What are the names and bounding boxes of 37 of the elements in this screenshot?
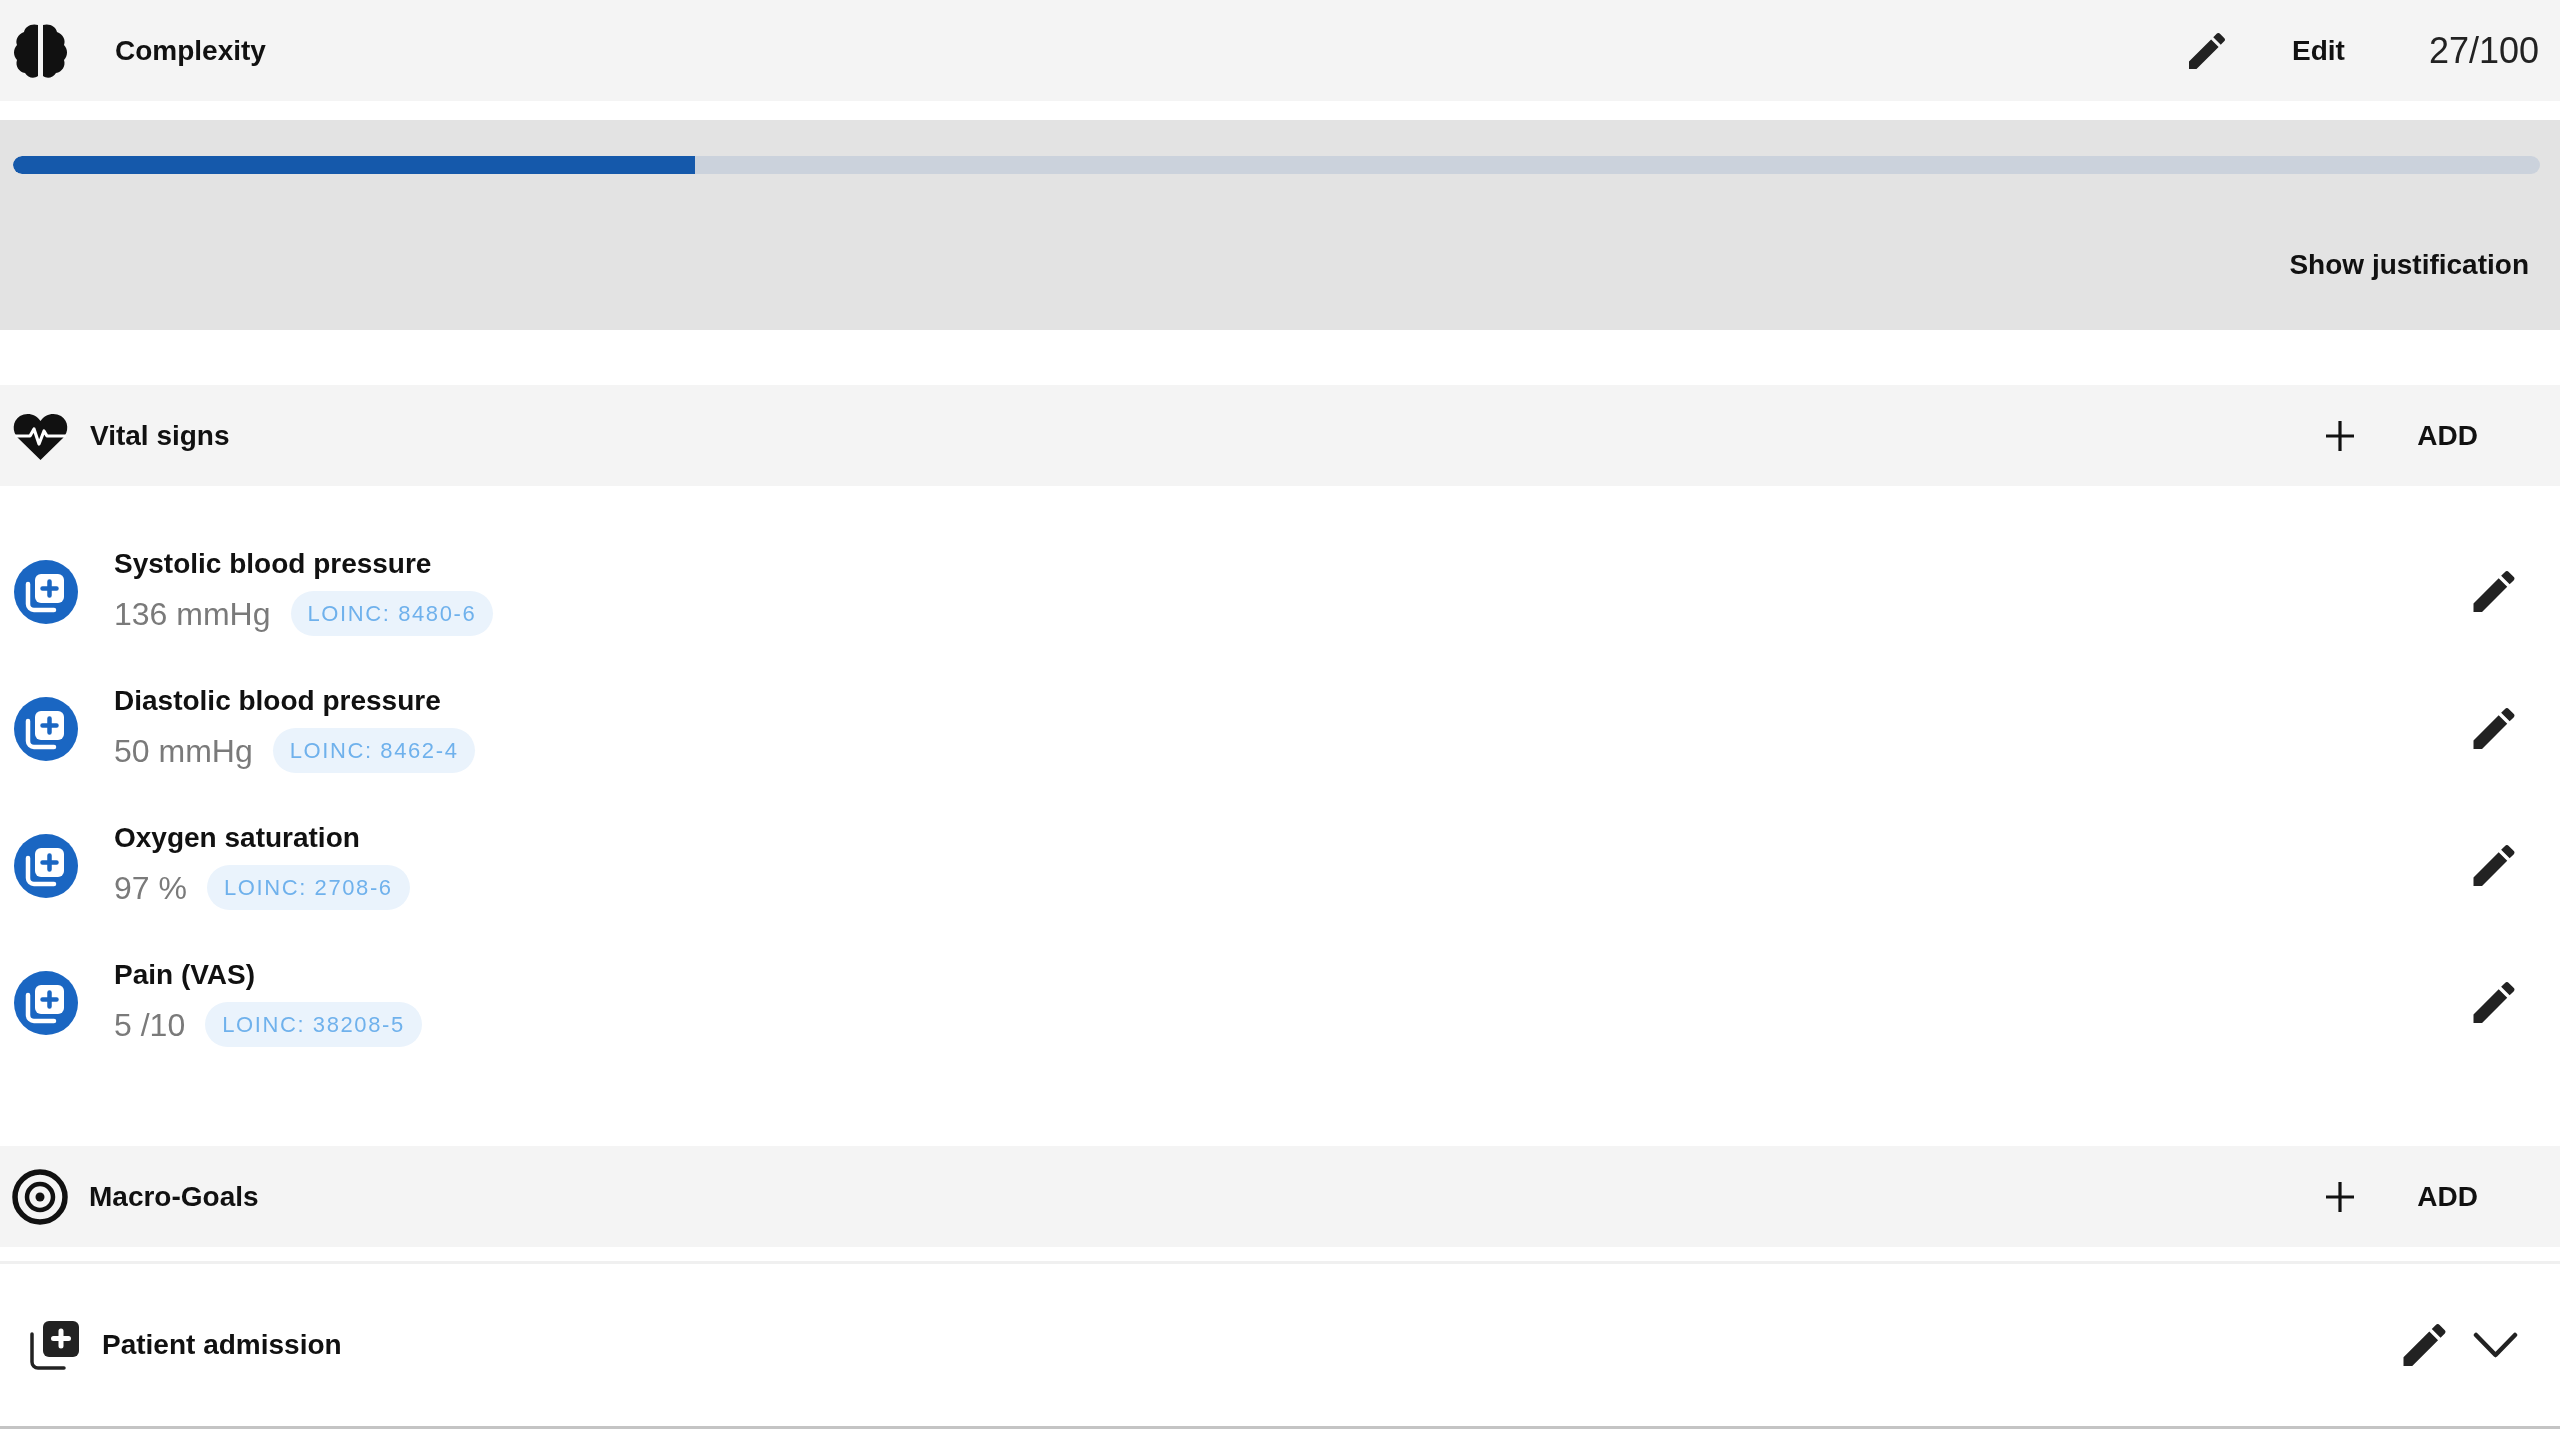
vital-name: Systolic blood pressure [114, 547, 432, 581]
section-title: Vital signs [90, 418, 230, 453]
code-tag: LOINC: 2708-6 [206, 865, 410, 910]
stacked-plus-icon [14, 696, 78, 761]
pencil-icon[interactable] [2473, 708, 2515, 749]
vital-value: 5 /10 [114, 1005, 186, 1044]
plus-icon [2325, 419, 2356, 452]
add-button[interactable]: ADD [2325, 418, 2478, 453]
show-justification-link[interactable]: Show justification [2289, 248, 2529, 282]
add-button[interactable]: ADD [2325, 1179, 2478, 1214]
vital-value: 97 % [114, 868, 187, 907]
pencil-icon[interactable] [2403, 1324, 2446, 1366]
code-tag: LOINC: 8462-4 [272, 728, 476, 773]
stacked-plus-icon [14, 970, 78, 1035]
pencil-icon[interactable] [2473, 982, 2515, 1023]
complexity-score: 27/100 [2428, 29, 2539, 72]
section-title: Macro-Goals [89, 1179, 259, 1214]
admission-title: Patient admission [102, 1328, 342, 1362]
edit-button[interactable]: Edit [2188, 32, 2345, 69]
plus-icon [2325, 1180, 2356, 1213]
complexity-title: Complexity [115, 33, 266, 68]
target-icon [12, 1168, 68, 1225]
code-tag: LOINC: 38208-5 [205, 1002, 422, 1047]
brain-icon [12, 22, 69, 79]
pencil-icon [2188, 32, 2226, 69]
stacked-plus-icon [14, 833, 78, 898]
vital-name: Diastolic blood pressure [114, 684, 441, 718]
stacked-plus-icon [14, 559, 78, 624]
chevron-down-icon[interactable] [2473, 1331, 2518, 1359]
vital-value: 136 mmHg [114, 594, 271, 633]
vital-value: 50 mmHg [114, 731, 253, 770]
stacked-plus-icon [30, 1320, 80, 1370]
code-tag: LOINC: 8480-6 [290, 591, 494, 636]
vital-name: Pain (VAS) [114, 958, 256, 992]
pencil-icon[interactable] [2473, 571, 2515, 612]
vital-name: Oxygen saturation [114, 821, 360, 855]
pencil-icon[interactable] [2473, 845, 2515, 886]
